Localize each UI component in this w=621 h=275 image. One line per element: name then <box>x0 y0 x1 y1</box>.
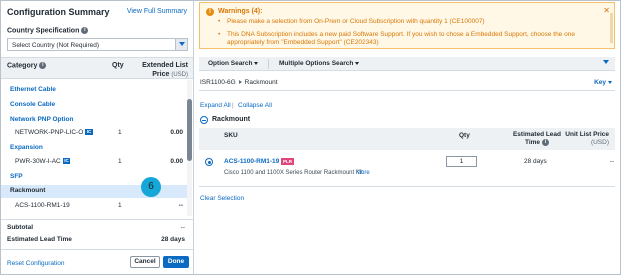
tree-category-label: Ethernet Cable <box>10 86 56 93</box>
tree-item-price: 0.00 <box>170 129 183 136</box>
tree-item-qty: 1 <box>118 202 122 209</box>
tree-item-pwr-30w[interactable]: PWR-30W-I-AC IC 1 0.00 <box>1 156 191 169</box>
cancel-button[interactable]: Cancel <box>130 256 160 268</box>
country-spec-label: Country Specification i <box>7 27 89 35</box>
tab-option-search[interactable]: Option Search <box>208 60 259 67</box>
summary-table-header: Category i Qty Extended List Price (USD) <box>1 57 193 79</box>
close-icon[interactable]: ✕ <box>603 6 610 15</box>
warning-item: • This DNA Subscription includes a new pa… <box>218 31 575 46</box>
lead-time-row: Estimated Lead Time 28 days <box>1 233 193 247</box>
option-unit-price: -- <box>609 158 614 165</box>
configuration-summary-panel: Configuration Summary View Full Summary … <box>1 1 194 274</box>
breadcrumb: ISR1100-6G Rackmount <box>200 79 278 86</box>
qty-header: Qty <box>459 132 470 139</box>
sku-header: SKU <box>224 132 238 139</box>
ic-badge: IC <box>85 129 93 136</box>
lead-time-header: Estimated Lead Time i <box>512 131 562 147</box>
warnings-banner: ! Warnings (4): ✕ • Please make a selecti… <box>199 2 615 49</box>
subtotal-row: Subtotal -- <box>1 219 193 233</box>
link-separator: | <box>232 102 234 109</box>
option-sku-link[interactable]: ACS-1100-RM1-19 <box>224 158 279 165</box>
tree-item-qty: 1 <box>118 129 122 136</box>
view-full-summary-link[interactable]: View Full Summary <box>127 8 187 15</box>
country-select-value: Select Country (Not Required) <box>12 42 100 49</box>
summary-tree: Ethernet Cable Console Cable Network PNP… <box>1 80 193 216</box>
info-icon[interactable]: i <box>542 139 550 146</box>
tree-item-acs-1100[interactable]: ACS-1100-RM1-19 1 -- <box>1 200 191 213</box>
collapse-all-link[interactable]: Collapse All <box>238 102 272 109</box>
warnings-title: Warnings (4): <box>218 8 263 15</box>
tree-item-price: 0.00 <box>170 158 183 165</box>
tree-category-ethernet-cable[interactable]: Ethernet Cable <box>1 84 191 97</box>
caret-down-icon <box>254 61 259 65</box>
collapse-minus-icon[interactable] <box>200 116 208 124</box>
tree-item-network-pnp-lic[interactable]: NETWORK-PNP-LIC-O IC 1 0.00 <box>1 127 191 140</box>
clear-selection-link[interactable]: Clear Selection <box>200 195 244 202</box>
option-description: Cisco 1100 and 1100X Series Router Rackm… <box>224 170 363 176</box>
lead-time-value: 28 days <box>161 236 185 243</box>
tree-category-label: SFP <box>10 173 23 180</box>
plr-badge: PLR <box>281 158 294 165</box>
tree-category-label: Expansion <box>10 144 43 151</box>
step-badge: 6 <box>141 177 161 197</box>
country-spec-text: Country Specification <box>7 27 80 35</box>
subtotal-value: -- <box>180 224 185 231</box>
option-qty-input[interactable]: 1 <box>446 156 477 167</box>
tree-item-label: NETWORK-PNP-LIC-O IC <box>15 129 93 136</box>
divider <box>199 90 615 91</box>
tree-category-expansion[interactable]: Expansion <box>1 142 191 155</box>
tree-category-sfp[interactable]: SFP <box>1 171 191 184</box>
lead-time-label: Estimated Lead Time <box>7 236 72 243</box>
caret-down-icon <box>608 80 612 84</box>
key-dropdown[interactable]: Key <box>594 79 612 86</box>
country-select[interactable]: Select Country (Not Required) <box>7 38 188 51</box>
chevron-down-icon[interactable] <box>603 60 609 64</box>
tab-multiple-options-search[interactable]: Multiple Options Search <box>279 60 360 67</box>
tree-item-qty: 1 <box>118 158 122 165</box>
warnings-scrollbar[interactable] <box>610 13 613 43</box>
expand-all-link[interactable]: Expand All <box>200 102 231 109</box>
option-lead-time: 28 days <box>524 158 547 165</box>
category-header: Category i <box>7 62 47 69</box>
tree-category-console-cable[interactable]: Console Cable <box>1 99 191 112</box>
option-radio-selected[interactable] <box>205 158 213 166</box>
tree-category-label: Network PNP Option <box>10 116 74 123</box>
chevron-right-icon <box>238 80 242 85</box>
reset-configuration-link[interactable]: Reset Configuration <box>7 260 64 267</box>
search-tabs: Option Search Multiple Options Search <box>199 57 615 71</box>
price-header: Extended List Price (USD) <box>142 62 188 78</box>
tree-category-label: Rackmount <box>10 187 46 194</box>
summary-footer: Reset Configuration Cancel Done <box>1 249 193 274</box>
caret-down-icon <box>355 61 360 65</box>
summary-scrollbar-thumb[interactable] <box>187 99 192 161</box>
summary-title: Configuration Summary <box>7 7 110 17</box>
divider <box>199 186 615 187</box>
breadcrumb-product[interactable]: ISR1100-6G <box>200 79 236 86</box>
tab-divider <box>268 59 269 69</box>
info-icon[interactable]: i <box>39 62 47 69</box>
tree-category-network-pnp[interactable]: Network PNP Option <box>1 114 191 127</box>
ic-badge: IC <box>62 158 71 165</box>
options-table-header: SKU Qty Estimated Lead Time i Unit List Pr… <box>199 128 615 150</box>
breadcrumb-section: Rackmount <box>244 79 278 86</box>
tree-item-label: PWR-30W-I-AC IC <box>15 158 71 165</box>
info-icon[interactable]: i <box>81 27 89 34</box>
tree-category-rackmount[interactable]: Rackmount <box>1 185 191 198</box>
warning-item: • Please make a selection from On-Prem or… <box>218 18 485 25</box>
tree-item-price: -- <box>178 202 183 209</box>
tree-category-label: Console Cable <box>10 101 56 108</box>
unit-price-header: Unit List Price (USD) <box>565 131 609 146</box>
tree-item-label: ACS-1100-RM1-19 <box>15 202 70 209</box>
qty-header: Qty <box>112 62 124 69</box>
subtotal-label: Subtotal <box>7 224 33 231</box>
chevron-down-icon[interactable] <box>175 39 187 50</box>
more-link[interactable]: More <box>356 170 370 176</box>
group-label: Rackmount <box>212 116 251 123</box>
warning-icon: ! <box>206 8 214 16</box>
done-button[interactable]: Done <box>163 256 189 268</box>
options-panel: ! Warnings (4): ✕ • Please make a selecti… <box>195 1 620 274</box>
